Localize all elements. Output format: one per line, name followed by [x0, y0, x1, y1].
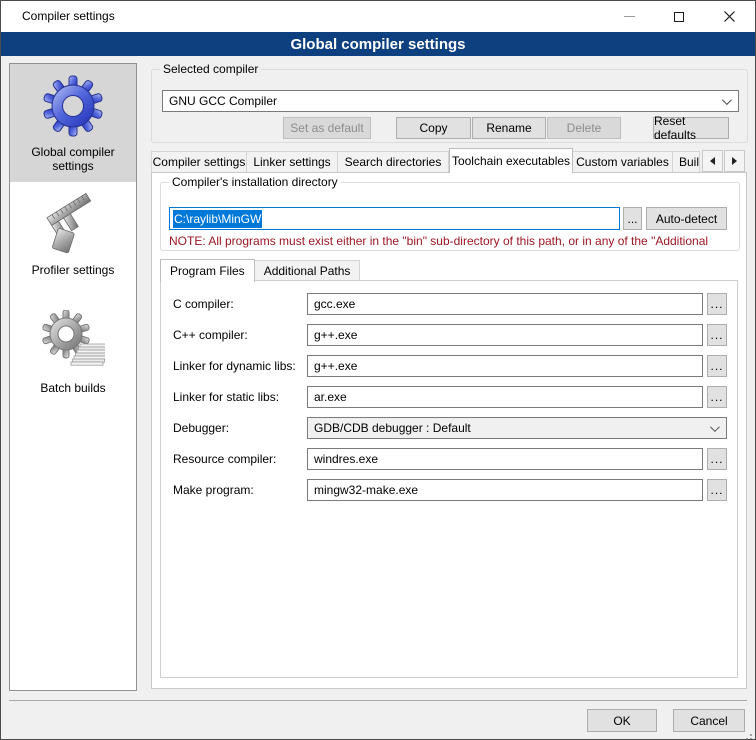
browse-button[interactable]: ...	[707, 293, 727, 315]
group-label: Selected compiler	[160, 62, 261, 76]
caliper-icon	[41, 192, 105, 256]
tab-scroll-right-button[interactable]	[724, 150, 745, 172]
title-bar[interactable]: Compiler settings	[1, 1, 755, 32]
cancel-button[interactable]: Cancel	[673, 709, 745, 732]
browse-button[interactable]: ...	[707, 386, 727, 408]
cpp-compiler-input[interactable]: g++.exe	[307, 324, 703, 346]
arrow-left-icon	[710, 157, 715, 165]
field-row-make-program: Make program: mingw32-make.exe ...	[173, 479, 725, 501]
selected-path-text: C:\raylib\MinGW	[173, 210, 262, 228]
tab-additional-paths[interactable]: Additional Paths	[255, 260, 361, 281]
minimize-button[interactable]	[604, 1, 654, 32]
maximize-button[interactable]	[654, 1, 704, 32]
arrow-right-icon	[732, 157, 737, 165]
window-title: Compiler settings	[22, 9, 115, 23]
auto-detect-button[interactable]: Auto-detect	[646, 207, 727, 230]
tab-scroll-left-button[interactable]	[702, 150, 723, 172]
gear-stack-icon	[41, 310, 105, 374]
sidebar-item-global-compiler-settings[interactable]: Global compiler settings	[10, 64, 136, 182]
gear-icon	[41, 74, 105, 138]
note-text: NOTE: All programs must exist either in …	[169, 234, 735, 248]
field-value: gcc.exe	[314, 297, 355, 311]
sidebar-item-label: Global compiler settings	[10, 145, 136, 173]
program-files-page: C compiler: gcc.exe ... C++ compiler: g+…	[160, 280, 738, 678]
field-value: ar.exe	[314, 390, 347, 404]
sidebar-item-label: Profiler settings	[28, 263, 119, 277]
resource-compiler-input[interactable]: windres.exe	[307, 448, 703, 470]
installation-directory-input[interactable]: C:\raylib\MinGW	[169, 207, 620, 230]
compiler-select-value: GNU GCC Compiler	[169, 94, 277, 108]
copy-button[interactable]: Copy	[396, 117, 471, 139]
banner-title: Global compiler settings	[290, 36, 465, 53]
browse-button[interactable]: ...	[707, 479, 727, 501]
footer-divider	[9, 700, 747, 701]
browse-button[interactable]: ...	[707, 448, 727, 470]
c-compiler-input[interactable]: gcc.exe	[307, 293, 703, 315]
tab-build-options[interactable]: Build options	[673, 151, 700, 173]
debugger-select-value: GDB/CDB debugger : Default	[314, 421, 471, 435]
resize-grip[interactable]	[750, 734, 752, 736]
tab-custom-variables[interactable]: Custom variables	[573, 151, 673, 173]
close-icon	[723, 10, 736, 23]
field-row-static-linker: Linker for static libs: ar.exe ...	[173, 386, 725, 408]
field-value: g++.exe	[314, 328, 357, 342]
field-row-debugger: Debugger: GDB/CDB debugger : Default	[173, 417, 725, 439]
field-row-cpp-compiler: C++ compiler: g++.exe ...	[173, 324, 725, 346]
make-program-input[interactable]: mingw32-make.exe	[307, 479, 703, 501]
sidebar-item-label: Batch builds	[36, 381, 109, 395]
field-label: C++ compiler:	[173, 328, 307, 342]
maximize-icon	[674, 12, 684, 22]
tab-search-directories[interactable]: Search directories	[338, 151, 449, 173]
dialog-banner: Global compiler settings	[1, 32, 755, 56]
tab-linker-settings[interactable]: Linker settings	[247, 151, 338, 173]
toolchain-executables-page: Compiler's installation directory C:\ray…	[151, 172, 747, 689]
field-value: windres.exe	[314, 452, 378, 466]
field-value: mingw32-make.exe	[314, 483, 418, 497]
browse-directory-button[interactable]: ...	[623, 207, 642, 230]
minimize-icon	[624, 16, 635, 17]
field-row-c-compiler: C compiler: gcc.exe ...	[173, 293, 725, 315]
delete-button[interactable]: Delete	[547, 117, 621, 139]
compiler-select[interactable]: GNU GCC Compiler	[162, 90, 739, 112]
tab-toolchain-executables[interactable]: Toolchain executables	[449, 148, 573, 173]
sidebar-item-profiler-settings[interactable]: Profiler settings	[10, 182, 136, 300]
chevron-down-icon	[722, 95, 732, 105]
tab-program-files[interactable]: Program Files	[160, 259, 255, 282]
sidebar-item-batch-builds[interactable]: Batch builds	[10, 300, 136, 418]
field-label: C compiler:	[173, 297, 307, 311]
field-label: Debugger:	[173, 421, 307, 435]
field-row-dynamic-linker: Linker for dynamic libs: g++.exe ...	[173, 355, 725, 377]
group-label: Compiler's installation directory	[169, 175, 341, 189]
field-label: Linker for static libs:	[173, 390, 307, 404]
installation-directory-group: Compiler's installation directory C:\ray…	[160, 182, 740, 251]
settings-tab-strip: Compiler settings Linker settings Search…	[151, 150, 700, 173]
field-value: g++.exe	[314, 359, 357, 373]
settings-category-list: Global compiler settings	[9, 63, 137, 691]
tab-compiler-settings[interactable]: Compiler settings	[151, 151, 247, 173]
browse-button[interactable]: ...	[707, 355, 727, 377]
browse-button[interactable]: ...	[707, 324, 727, 346]
static-linker-input[interactable]: ar.exe	[307, 386, 703, 408]
field-label: Make program:	[173, 483, 307, 497]
field-row-resource-compiler: Resource compiler: windres.exe ...	[173, 448, 725, 470]
ok-button[interactable]: OK	[587, 709, 657, 732]
field-label: Resource compiler:	[173, 452, 307, 466]
chevron-down-icon	[710, 422, 720, 432]
close-button[interactable]	[704, 1, 754, 32]
selected-compiler-group: Selected compiler GNU GCC Compiler Set a…	[151, 69, 748, 143]
rename-button[interactable]: Rename	[472, 117, 546, 139]
toolchain-inner-tab-strip: Program Files Additional Paths	[160, 259, 360, 281]
debugger-select[interactable]: GDB/CDB debugger : Default	[307, 417, 727, 439]
compiler-settings-dialog: Compiler settings Global compiler settin…	[0, 0, 756, 740]
field-label: Linker for dynamic libs:	[173, 359, 307, 373]
set-as-default-button[interactable]: Set as default	[283, 117, 371, 139]
reset-defaults-button[interactable]: Reset defaults	[653, 117, 729, 139]
dynamic-linker-input[interactable]: g++.exe	[307, 355, 703, 377]
